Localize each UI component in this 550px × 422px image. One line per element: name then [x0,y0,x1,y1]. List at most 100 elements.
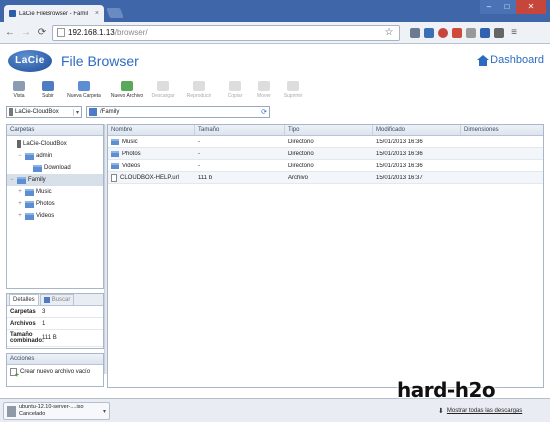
collapse-icon[interactable]: − [9,177,15,183]
current-path-field[interactable]: /Family ⟳ [86,106,270,118]
device-icon [9,108,13,116]
expand-icon[interactable]: + [17,201,23,207]
tree-node[interactable]: + Music [7,186,103,198]
action-nuevo-archivo-button[interactable]: Nuevo Archivo [107,81,147,99]
browser-toolbar: ← → ⟳ 192.168.1.13 /browser/ ☆ ≡ [0,22,550,44]
download-item[interactable]: ubuntu-12.10-server-....iso Cancelado ▾ [3,402,110,420]
tab-details[interactable]: Detalles [9,294,39,305]
chevron-down-icon[interactable]: ▾ [103,408,106,415]
lacie-favicon-icon [9,10,16,17]
folder-icon [111,150,119,157]
show-all-downloads-link[interactable]: ⬇ Mostrar todas las descargas [438,407,522,415]
cell-type: Archivo [285,175,373,181]
back-button[interactable]: ← [4,27,16,38]
extension-grid-icon[interactable] [410,27,420,38]
action-mover-button[interactable]: Mover [251,81,277,99]
action-nueva-carpeta-button[interactable]: Nueva Carpeta [64,81,104,99]
tree-node[interactable]: + Photos [7,198,103,210]
address-bar[interactable]: 192.168.1.13 /browser/ ☆ [52,24,400,41]
bookmark-star-icon[interactable]: ☆ [383,27,395,38]
tab-close-icon[interactable]: × [95,10,99,17]
device-select[interactable]: LaCie-CloudBox ▾ [6,106,82,118]
extension-gear-icon[interactable] [466,27,476,38]
action-nueva-carpeta-icon [78,81,90,91]
cell-text: Archivo [288,174,309,181]
create-empty-file-action[interactable]: Crear nuevo archivo vacío [7,365,103,379]
details-panel: Detalles Buscar Carpetas 3 Archivos 1 Tamaño… [6,293,104,349]
new-tab-button[interactable] [106,8,124,18]
dropdown-arrow-icon[interactable]: ▾ [72,108,79,116]
dashboard-link[interactable]: Dashboard [477,54,544,66]
tree-node[interactable]: Download [7,162,103,174]
extension-shield-icon[interactable] [452,27,462,38]
reload-button[interactable]: ⟳ [36,27,48,38]
tree-node[interactable]: − Family [7,174,103,186]
browser-tab[interactable]: LaCie FileBrowser - Famil × [4,5,104,22]
tree-node[interactable]: − admin [7,150,103,162]
cell-text: 15/01/2013 16:36 [376,150,423,157]
device-icon [17,140,21,148]
extension-globe-icon[interactable] [494,27,504,38]
cell-size: - [195,139,285,145]
folder-icon [111,162,119,169]
action-label: Suprimir [283,93,303,99]
browser-titlebar: LaCie FileBrowser - Famil × – □ ✕ [0,0,550,22]
action-subir-button[interactable]: Subir [35,81,61,99]
action-suprimir-button[interactable]: Suprimir [280,81,306,99]
tree-node-label: Family [28,177,46,183]
column-header[interactable]: Modificado [373,125,461,135]
lacie-logo: LaCie [8,50,52,72]
file-icon [7,405,16,417]
cell-size: - [195,151,285,157]
tree-node[interactable]: LaCie-CloudBox [7,138,103,150]
extension-badge-icon[interactable] [480,27,490,38]
tree-node[interactable]: + Videos [7,210,103,222]
action-descargar-button[interactable]: Descargar [150,81,176,99]
action-label: Vista [13,93,25,99]
expand-icon[interactable]: + [17,213,23,219]
action-copiar-button[interactable]: Copiar [222,81,248,99]
action-label: Subir [42,93,54,99]
cell-name: Photos [108,150,195,157]
column-header[interactable]: Dimensiones [461,125,543,135]
cell-modified: 15/01/2013 16:37 [373,175,461,181]
folder-tree-panel: Carpetas LaCie-CloudBox − admin Download − Fa… [6,124,104,289]
collapse-icon[interactable]: − [17,153,23,159]
action-label: Descargar [151,93,175,99]
expand-icon[interactable]: + [17,189,23,195]
dashboard-label: Dashboard [490,54,544,66]
forward-button[interactable]: → [20,27,32,38]
table-row[interactable]: CLOUDBOX-HELP.url 111 b Archivo 15/01/2013 … [108,172,543,184]
cell-text: Directorio [288,150,314,157]
column-header[interactable]: Tipo [285,125,373,135]
maximize-button[interactable]: □ [498,0,516,14]
cell-text: - [198,150,200,157]
table-row[interactable]: Photos - Directorio 15/01/2013 16:36 [108,148,543,160]
window-controls: – □ ✕ [480,0,546,14]
chrome-menu-icon[interactable]: ≡ [508,27,520,38]
actions-panel: Acciones Crear nuevo archivo vacío [6,353,104,387]
folder-icon [25,200,34,208]
path-folder-icon [89,108,97,116]
action-label: Reproducir [186,93,212,99]
device-name: LaCie-CloudBox [15,109,59,115]
table-row[interactable]: Music - Directorio 15/01/2013 16:36 [108,136,543,148]
close-window-button[interactable]: ✕ [516,0,546,14]
action-reproducir-button[interactable]: Reproducir [179,81,219,99]
show-all-downloads-label: Mostrar todas las descargas [446,408,523,414]
watermark: hard-h2o [397,378,496,402]
cell-type: Directorio [285,151,373,157]
detail-row: Archivos 1 [7,318,103,330]
minimize-button[interactable]: – [480,0,498,14]
action-toolbar: Vista Subir Nueva Carpeta Nuevo Archivo Desc… [6,81,306,99]
extension-red-icon[interactable] [438,27,448,38]
action-vista-button[interactable]: Vista [6,81,32,99]
tab-search[interactable]: Buscar [39,294,75,305]
refresh-icon[interactable]: ⟳ [261,108,267,116]
action-label: Mover [257,93,271,99]
extension-s-icon[interactable] [424,27,434,38]
tree-node-label: Music [36,189,52,195]
column-header[interactable]: Nombre [108,125,195,135]
column-header[interactable]: Tamaño [195,125,285,135]
table-row[interactable]: Videos - Directorio 15/01/2013 16:36 [108,160,543,172]
